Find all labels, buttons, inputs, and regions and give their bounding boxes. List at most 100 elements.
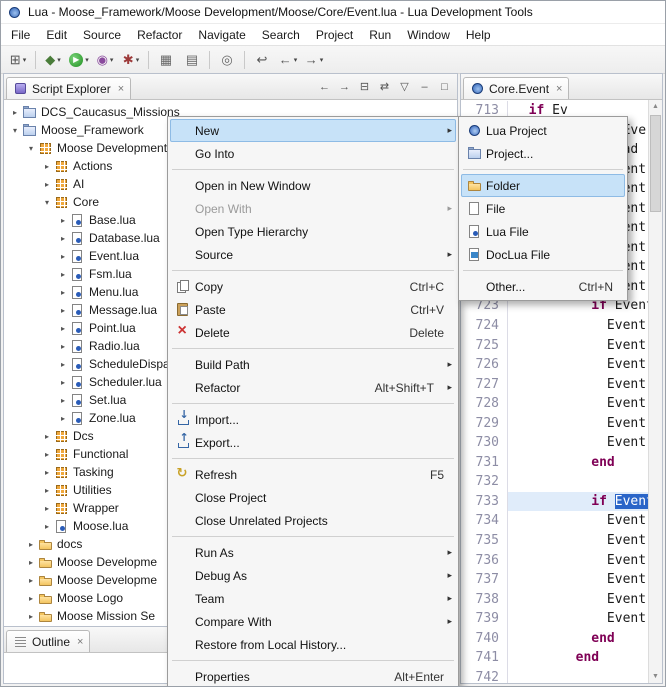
- view-back-icon[interactable]: ←: [316, 79, 333, 95]
- expand-arrow-icon[interactable]: ▸: [40, 522, 54, 531]
- navigate-back-button[interactable]: ←▾: [275, 49, 301, 71]
- expand-arrow-icon[interactable]: ▸: [40, 468, 54, 477]
- menu-refactor[interactable]: Refactor: [129, 26, 190, 44]
- expand-arrow-icon[interactable]: ▸: [56, 396, 70, 405]
- menu-item-copy[interactable]: CopyCtrl+C: [170, 275, 456, 298]
- editor-scrollbar[interactable]: ▲ ▼: [648, 100, 662, 683]
- menu-item-folder[interactable]: Folder: [461, 174, 625, 197]
- open-grid-button[interactable]: ▤: [179, 49, 205, 71]
- expand-arrow-icon[interactable]: ▸: [40, 162, 54, 171]
- view-menu-icon[interactable]: ▽: [396, 79, 413, 95]
- menu-item-doclua-file[interactable]: DocLua File: [461, 243, 625, 266]
- menu-item-refresh[interactable]: RefreshF5: [170, 463, 456, 486]
- menu-item-go-into[interactable]: Go Into: [170, 142, 456, 165]
- menu-source[interactable]: Source: [75, 26, 129, 44]
- menu-window[interactable]: Window: [399, 26, 458, 44]
- collapse-arrow-icon[interactable]: ▾: [24, 144, 38, 153]
- menu-item-delete[interactable]: DeleteDelete: [170, 321, 456, 344]
- expand-arrow-icon[interactable]: ▸: [24, 612, 38, 621]
- expand-arrow-icon[interactable]: ▸: [24, 540, 38, 549]
- menu-item-project[interactable]: Project...: [461, 142, 625, 165]
- menu-item-build-path[interactable]: Build Path▸: [170, 353, 456, 376]
- scrollbar-thumb[interactable]: [650, 115, 661, 212]
- menu-project[interactable]: Project: [308, 26, 361, 44]
- close-icon[interactable]: ×: [77, 636, 83, 648]
- tab-outline[interactable]: Outline ×: [6, 630, 90, 652]
- expand-arrow-icon[interactable]: ▸: [40, 504, 54, 513]
- menu-item-restore-from-local-history[interactable]: Restore from Local History...: [170, 633, 456, 656]
- expand-arrow-icon[interactable]: ▸: [24, 558, 38, 567]
- expand-arrow-icon[interactable]: ▸: [40, 486, 54, 495]
- code-token: end: [591, 455, 614, 470]
- menu-item-source[interactable]: Source▸: [170, 243, 456, 266]
- menu-item-refactor[interactable]: RefactorAlt+Shift+T▸: [170, 376, 456, 399]
- menu-item-close-project[interactable]: Close Project: [170, 486, 456, 509]
- expand-arrow-icon[interactable]: ▸: [56, 216, 70, 225]
- expand-arrow-icon[interactable]: ▸: [56, 288, 70, 297]
- menu-edit[interactable]: Edit: [38, 26, 75, 44]
- close-icon[interactable]: ×: [556, 83, 562, 95]
- expand-arrow-icon[interactable]: ▸: [56, 414, 70, 423]
- search-button[interactable]: ◎: [214, 49, 240, 71]
- debug-button[interactable]: ◆▾: [40, 49, 66, 71]
- expand-arrow-icon[interactable]: ▸: [56, 270, 70, 279]
- menu-item-open-with[interactable]: Open With▸: [170, 197, 456, 220]
- profile-button[interactable]: ◉▾: [92, 49, 118, 71]
- menu-item-lua-project[interactable]: Lua Project: [461, 119, 625, 142]
- menu-item-compare-with[interactable]: Compare With▸: [170, 610, 456, 633]
- expand-arrow-icon[interactable]: ▸: [56, 360, 70, 369]
- navigate-forward-button[interactable]: →▾: [301, 49, 327, 71]
- tab-script-explorer[interactable]: Script Explorer ×: [6, 77, 131, 99]
- expand-arrow-icon[interactable]: ▸: [8, 108, 22, 117]
- menu-navigate[interactable]: Navigate: [190, 26, 253, 44]
- menu-search[interactable]: Search: [254, 26, 308, 44]
- collapse-arrow-icon[interactable]: ▾: [40, 198, 54, 207]
- menu-item-properties[interactable]: PropertiesAlt+Enter: [170, 665, 456, 687]
- menu-item-import[interactable]: Import...: [170, 408, 456, 431]
- expand-arrow-icon[interactable]: ▸: [56, 252, 70, 261]
- expand-arrow-icon[interactable]: ▸: [24, 576, 38, 585]
- menu-item-run-as[interactable]: Run As▸: [170, 541, 456, 564]
- expand-arrow-icon[interactable]: ▸: [40, 450, 54, 459]
- expand-arrow-icon[interactable]: ▸: [40, 432, 54, 441]
- expand-arrow-icon[interactable]: ▸: [24, 594, 38, 603]
- expand-arrow-icon[interactable]: ▸: [56, 342, 70, 351]
- menu-item-export[interactable]: Export...: [170, 431, 456, 454]
- menu-item-lua-file[interactable]: Lua File: [461, 220, 625, 243]
- menu-item-file[interactable]: File: [461, 197, 625, 220]
- scroll-up-icon[interactable]: ▲: [652, 100, 659, 113]
- expand-arrow-icon[interactable]: ▸: [40, 180, 54, 189]
- expand-arrow-icon[interactable]: ▸: [56, 324, 70, 333]
- minimize-icon[interactable]: –: [416, 79, 433, 95]
- new-wizard-button[interactable]: ⊞▾: [5, 49, 31, 71]
- last-edit-location-button[interactable]: ↩: [249, 49, 275, 71]
- menu-item-open-type-hierarchy[interactable]: Open Type Hierarchy: [170, 220, 456, 243]
- menu-item-close-unrelated-projects[interactable]: Close Unrelated Projects: [170, 509, 456, 532]
- package-icon: [54, 177, 69, 192]
- expand-arrow-icon[interactable]: ▸: [56, 378, 70, 387]
- menu-file[interactable]: File: [3, 26, 38, 44]
- expand-arrow-icon[interactable]: ▸: [56, 306, 70, 315]
- menu-item-team[interactable]: Team▸: [170, 587, 456, 610]
- menu-item-new[interactable]: New▸: [170, 119, 456, 142]
- menu-help[interactable]: Help: [458, 26, 499, 44]
- run-button[interactable]: ▶▾: [66, 49, 92, 71]
- collapse-arrow-icon[interactable]: ▾: [8, 126, 22, 135]
- open-table-button[interactable]: ▦: [153, 49, 179, 71]
- menu-run[interactable]: Run: [361, 26, 399, 44]
- menu-item-debug-as[interactable]: Debug As▸: [170, 564, 456, 587]
- external-tools-button[interactable]: ✱▾: [118, 49, 144, 71]
- menu-item-paste[interactable]: PasteCtrl+V: [170, 298, 456, 321]
- maximize-icon[interactable]: □: [436, 79, 453, 95]
- menu-item-other[interactable]: Other...Ctrl+N: [461, 275, 625, 298]
- tab-core-event[interactable]: Core.Event ×: [463, 77, 569, 99]
- collapse-all-icon[interactable]: ⊟: [356, 79, 373, 95]
- link-with-editor-icon[interactable]: ⇄: [376, 79, 393, 95]
- close-icon[interactable]: ×: [118, 83, 124, 95]
- submenu-arrow-icon: ▸: [442, 570, 452, 581]
- scroll-down-icon[interactable]: ▼: [652, 670, 659, 683]
- expand-arrow-icon[interactable]: ▸: [56, 234, 70, 243]
- view-forward-icon[interactable]: →: [336, 79, 353, 95]
- luafile-icon: [70, 303, 85, 318]
- menu-item-open-in-new-window[interactable]: Open in New Window: [170, 174, 456, 197]
